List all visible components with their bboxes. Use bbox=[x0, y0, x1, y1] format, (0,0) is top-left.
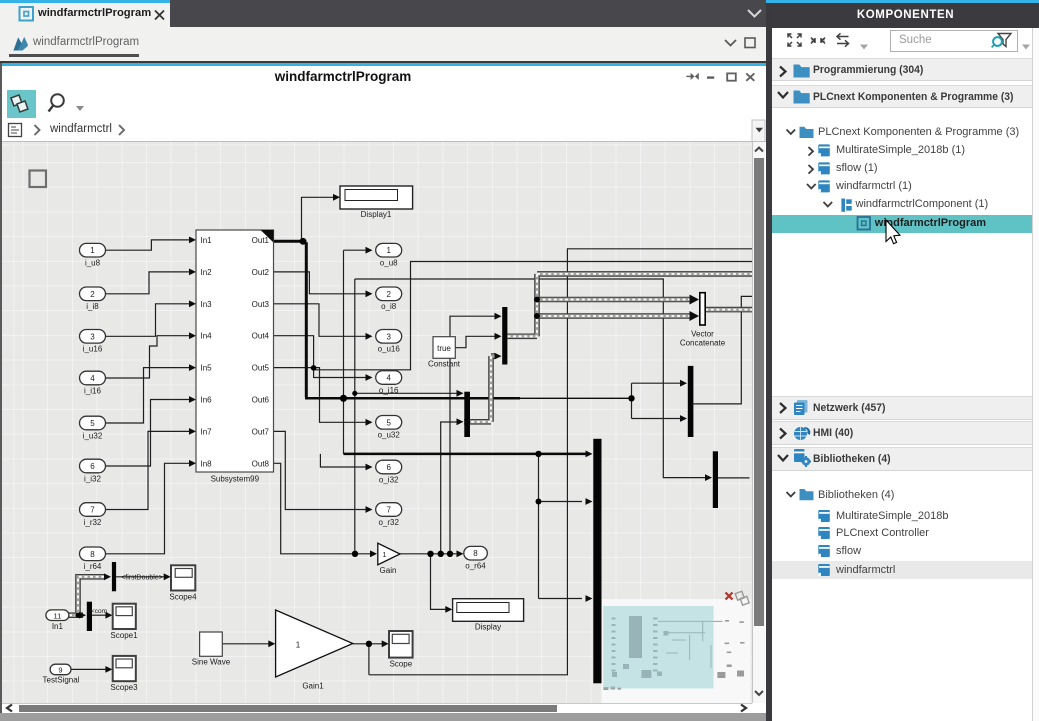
svg-text:true: true bbox=[437, 344, 451, 353]
svg-text:Out5: Out5 bbox=[252, 364, 270, 373]
svg-text:7: 7 bbox=[386, 506, 391, 515]
svg-text:2: 2 bbox=[386, 290, 391, 299]
svg-text:4: 4 bbox=[90, 374, 95, 383]
svg-text:o_i8: o_i8 bbox=[381, 302, 397, 311]
svg-text:Display: Display bbox=[475, 623, 501, 632]
svg-text:i_r64: i_r64 bbox=[84, 562, 102, 571]
svg-text:Out7: Out7 bbox=[252, 427, 270, 436]
svg-text:Out3: Out3 bbox=[252, 300, 270, 309]
svg-text:i_u32: i_u32 bbox=[83, 431, 103, 440]
svg-text:Scope3: Scope3 bbox=[110, 683, 138, 692]
svg-text:o_r64: o_r64 bbox=[465, 562, 486, 571]
svg-text:In4: In4 bbox=[201, 332, 213, 341]
svg-text:Scope1: Scope1 bbox=[110, 631, 138, 640]
svg-text:7: 7 bbox=[90, 506, 95, 515]
svg-text:Gain: Gain bbox=[380, 566, 397, 575]
svg-text:In6: In6 bbox=[201, 396, 213, 405]
svg-text:In2: In2 bbox=[201, 268, 213, 277]
svg-text:Sine Wave: Sine Wave bbox=[192, 658, 231, 667]
svg-text:i_i8: i_i8 bbox=[86, 302, 99, 311]
svg-text:Out4: Out4 bbox=[252, 332, 270, 341]
svg-text:1: 1 bbox=[296, 641, 301, 650]
svg-text:In1: In1 bbox=[52, 622, 64, 631]
svg-text:Constant: Constant bbox=[428, 360, 461, 369]
svg-text:i_i32: i_i32 bbox=[84, 474, 101, 483]
svg-text:o_r32: o_r32 bbox=[378, 518, 399, 527]
svg-text:5: 5 bbox=[90, 419, 95, 428]
svg-text:6: 6 bbox=[90, 462, 95, 471]
svg-text:Display1: Display1 bbox=[361, 210, 392, 219]
svg-text:<firstDouble>: <firstDouble> bbox=[121, 575, 163, 582]
svg-text:TestSignal: TestSignal bbox=[43, 676, 80, 685]
svg-text:o_u16: o_u16 bbox=[378, 345, 401, 354]
svg-text:Vector: Vector bbox=[691, 330, 714, 339]
svg-text:8: 8 bbox=[473, 549, 478, 558]
svg-text:Out2: Out2 bbox=[252, 268, 270, 277]
svg-text:11: 11 bbox=[54, 611, 62, 620]
svg-text:o_i32: o_i32 bbox=[379, 475, 399, 484]
svg-text:1: 1 bbox=[383, 552, 387, 559]
svg-text:Out8: Out8 bbox=[252, 459, 270, 468]
svg-text:5: 5 bbox=[386, 418, 391, 427]
svg-text:1: 1 bbox=[90, 246, 95, 255]
svg-text:9: 9 bbox=[58, 666, 62, 675]
svg-text:2: 2 bbox=[90, 290, 95, 299]
svg-text:Out1: Out1 bbox=[252, 236, 270, 245]
svg-text:Concatenate: Concatenate bbox=[680, 339, 726, 348]
svg-text:i_i16: i_i16 bbox=[84, 386, 101, 395]
svg-text:In5: In5 bbox=[201, 364, 213, 373]
svg-text:1: 1 bbox=[386, 246, 391, 255]
svg-text:Gain1: Gain1 bbox=[302, 682, 324, 691]
svg-text:8: 8 bbox=[90, 550, 95, 559]
svg-text:In3: In3 bbox=[201, 300, 213, 309]
svg-text:In7: In7 bbox=[201, 427, 213, 436]
svg-text:o_u8: o_u8 bbox=[380, 259, 398, 268]
svg-text:In8: In8 bbox=[201, 459, 213, 468]
svg-text:In1: In1 bbox=[201, 236, 213, 245]
svg-text:6: 6 bbox=[386, 463, 391, 472]
svg-text:Out6: Out6 bbox=[252, 396, 270, 405]
svg-text:i_u8: i_u8 bbox=[85, 259, 101, 268]
svg-text:3: 3 bbox=[90, 332, 95, 341]
svg-text:4: 4 bbox=[386, 374, 391, 383]
svg-text:Scope: Scope bbox=[389, 660, 412, 669]
svg-text:o_u32: o_u32 bbox=[378, 431, 401, 440]
svg-text:3: 3 bbox=[386, 332, 391, 341]
svg-text:o_i16: o_i16 bbox=[379, 386, 399, 395]
svg-text:i_r32: i_r32 bbox=[84, 518, 102, 527]
svg-text:i_u16: i_u16 bbox=[83, 345, 103, 354]
svg-text:Scope4: Scope4 bbox=[169, 593, 197, 602]
svg-text:Subsystem99: Subsystem99 bbox=[211, 475, 260, 484]
svg-text:<com: <com bbox=[91, 608, 107, 615]
